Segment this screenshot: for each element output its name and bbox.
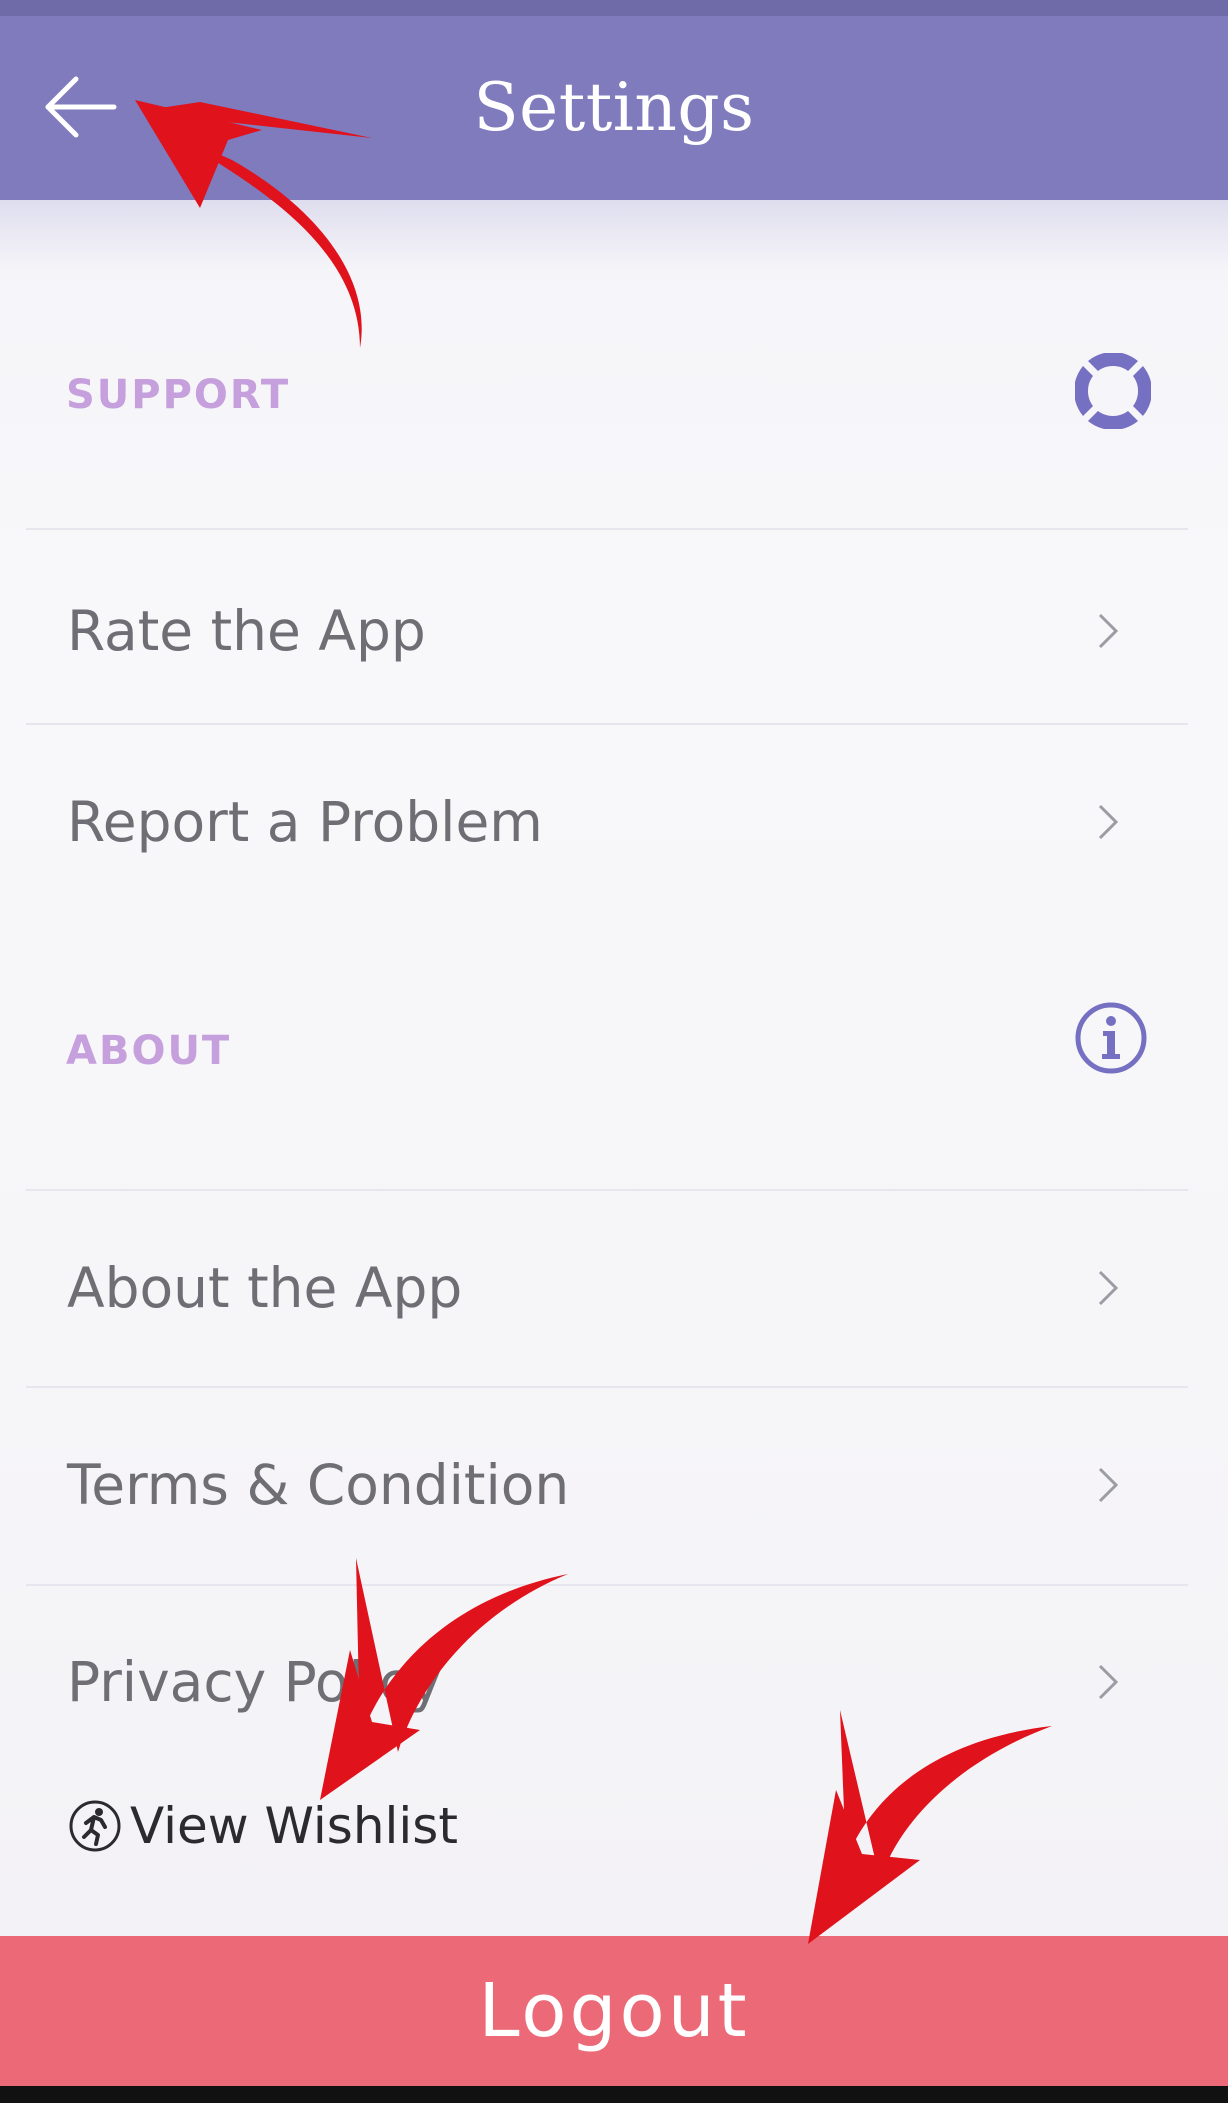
settings-item-terms[interactable]: Terms & Condition: [0, 1410, 1228, 1560]
logout-button[interactable]: Logout: [0, 1936, 1228, 2086]
info-icon: [1075, 1002, 1147, 1074]
annotation-arrow-logout-head: [808, 1790, 920, 1944]
settings-item-label: Report a Problem: [67, 790, 543, 854]
divider: [26, 723, 1188, 725]
settings-item-label: About the App: [67, 1256, 463, 1320]
settings-screen: Settings SUPPORT Rate the App Report a P…: [0, 0, 1228, 2103]
divider: [26, 528, 1188, 530]
section-title-about: ABOUT: [66, 1028, 232, 1074]
settings-item-rate-app[interactable]: Rate the App: [0, 556, 1228, 706]
divider: [26, 1189, 1188, 1191]
runner-icon: [69, 1800, 121, 1852]
settings-item-label: Privacy Policy: [67, 1650, 442, 1714]
chevron-right-icon: [1098, 1467, 1119, 1503]
settings-item-privacy-policy[interactable]: Privacy Policy: [0, 1607, 1228, 1757]
header-shadow: [0, 200, 1228, 270]
settings-item-label: Rate the App: [67, 599, 426, 663]
chevron-right-icon: [1098, 804, 1119, 840]
view-wishlist-link[interactable]: View Wishlist: [68, 1790, 458, 1862]
chevron-right-icon: [1098, 1664, 1119, 1700]
status-bar: [0, 0, 1228, 16]
divider: [26, 1584, 1188, 1586]
lifebuoy-icon: [1075, 353, 1151, 429]
view-wishlist-label: View Wishlist: [130, 1797, 458, 1855]
chevron-right-icon: [1098, 613, 1119, 649]
page-title: Settings: [473, 69, 755, 146]
chevron-right-icon: [1098, 1270, 1119, 1306]
settings-item-about-app[interactable]: About the App: [0, 1213, 1228, 1363]
divider: [26, 1386, 1188, 1388]
settings-item-label: Terms & Condition: [67, 1453, 570, 1517]
bottom-bar: [0, 2086, 1228, 2103]
section-title-support: SUPPORT: [66, 372, 291, 418]
settings-item-report-problem[interactable]: Report a Problem: [0, 747, 1228, 897]
